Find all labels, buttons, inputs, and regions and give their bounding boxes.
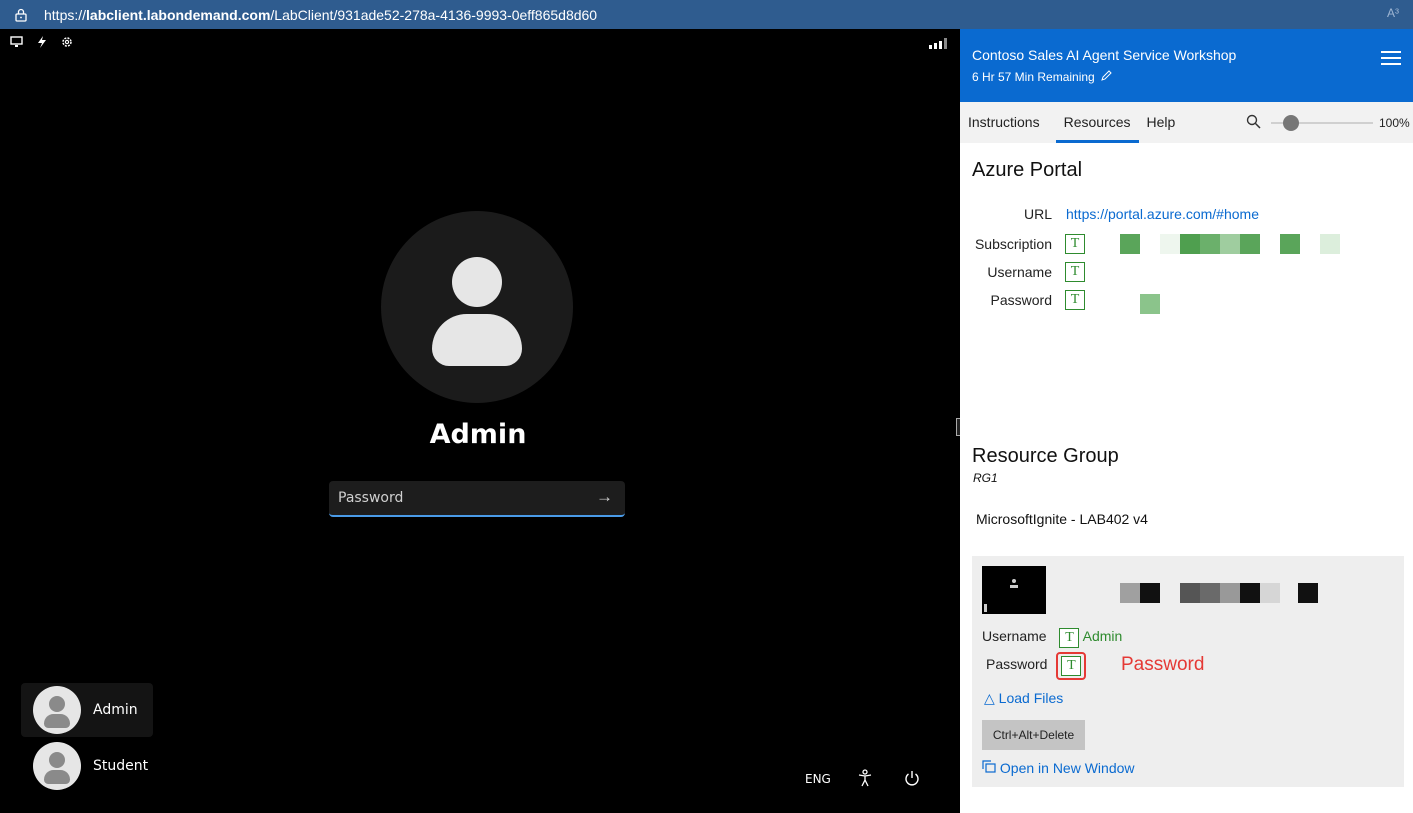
submit-arrow-icon[interactable]: →	[596, 487, 613, 507]
password-label: Password	[990, 292, 1052, 308]
zoom-percent: 100%	[1379, 116, 1410, 130]
user-tile-student[interactable]: Student	[21, 739, 153, 793]
type-text-icon[interactable]: T	[1065, 290, 1085, 310]
password-highlight: T	[1056, 652, 1087, 680]
type-text-icon[interactable]: T	[1061, 656, 1082, 676]
gear-icon[interactable]	[61, 36, 73, 51]
url-host: labclient.labondemand.com	[86, 6, 271, 23]
lab-title: Contoso Sales AI Agent Service Workshop	[972, 47, 1237, 63]
zoom-control: 100%	[1246, 114, 1410, 132]
lightning-icon[interactable]	[37, 36, 47, 51]
time-remaining: 6 Hr 57 Min Remaining	[972, 70, 1112, 84]
vm-thumbnail[interactable]	[982, 566, 1046, 614]
time-remaining-text: 6 Hr 57 Min Remaining	[972, 70, 1095, 84]
tab-help[interactable]: Help	[1139, 102, 1184, 143]
password-input[interactable]	[338, 490, 578, 506]
password-annotation: Password	[1121, 654, 1205, 675]
open-new-window-link[interactable]: Open in New Window	[982, 760, 1135, 776]
azure-url-link[interactable]: https://portal.azure.com/#home	[1066, 206, 1259, 222]
url-path: /LabClient/931ade52-278a-4136-9993-0eff8…	[270, 6, 598, 23]
type-text-icon[interactable]: T	[1065, 262, 1085, 282]
azure-portal-heading: Azure Portal	[972, 159, 1083, 181]
language-indicator[interactable]: ENG	[805, 772, 831, 786]
vm-username-row: Username T Admin	[982, 628, 1122, 648]
vm-password-row: Password T	[986, 652, 1087, 680]
lab-panel: Contoso Sales AI Agent Service Workshop …	[960, 29, 1413, 813]
avatar	[33, 686, 81, 734]
pencil-icon[interactable]	[1100, 70, 1112, 84]
load-files-label: Load Files	[998, 690, 1064, 706]
type-text-icon[interactable]: T	[1059, 628, 1080, 648]
ctrl-alt-delete-button[interactable]: Ctrl+Alt+Delete	[982, 720, 1085, 750]
power-icon[interactable]	[904, 770, 920, 790]
password-row: Password T	[960, 290, 1413, 314]
accessibility-icon[interactable]	[857, 769, 873, 790]
url-row: URL https://portal.azure.com/#home	[960, 206, 1413, 226]
redacted-value	[1140, 294, 1160, 314]
browser-address-bar: https://labclient.labondemand.com/LabCli…	[0, 0, 1413, 29]
tab-resources[interactable]: Resources	[1055, 102, 1139, 143]
lab-name: MicrosoftIgnite - LAB402 v4	[976, 511, 1148, 527]
search-icon[interactable]	[1246, 114, 1261, 132]
remote-desktop[interactable]: Admin → Admin Student ENG	[0, 29, 956, 813]
triangle-icon: △	[984, 690, 995, 706]
resource-group-heading: Resource Group	[972, 445, 1119, 467]
open-new-window-label: Open in New Window	[999, 760, 1135, 776]
username-label: Username	[987, 264, 1052, 280]
zoom-slider[interactable]	[1271, 115, 1373, 131]
hamburger-menu-icon[interactable]	[1381, 51, 1401, 69]
username-row: Username T	[960, 262, 1413, 282]
redacted-vm-name	[1120, 583, 1320, 603]
zoom-slider-thumb[interactable]	[1283, 115, 1300, 131]
new-window-icon	[982, 760, 996, 776]
lock-icon	[14, 8, 28, 22]
signal-strength-icon	[929, 38, 947, 49]
user-tile-admin[interactable]: Admin	[21, 683, 153, 737]
vm-username-value[interactable]: Admin	[1083, 628, 1123, 644]
url-scheme: https://	[44, 6, 87, 23]
reader-mode-icon[interactable]: A³	[1387, 6, 1399, 20]
vm-username-label: Username	[982, 628, 1047, 644]
password-field-container: →	[329, 481, 625, 517]
monitor-icon[interactable]	[10, 36, 23, 51]
redacted-value	[1090, 234, 1340, 254]
user-tile-label: Admin	[93, 702, 138, 718]
user-avatar	[381, 211, 573, 403]
user-tile-label: Student	[93, 758, 149, 774]
vm-password-label: Password	[986, 656, 1048, 672]
load-files-link[interactable]: △ Load Files	[984, 690, 1063, 707]
panel-tabs: Instructions Resources Help 100%	[960, 102, 1413, 143]
resource-group-name: RG1	[973, 471, 998, 485]
subscription-label: Subscription	[974, 236, 1052, 252]
tab-instructions[interactable]: Instructions	[960, 102, 1048, 143]
avatar	[33, 742, 81, 790]
subscription-row: Subscription T	[960, 234, 1413, 254]
panel-header: Contoso Sales AI Agent Service Workshop …	[960, 29, 1413, 102]
login-user-name: Admin	[429, 419, 527, 450]
vm-card: Username T Admin Password T Password △ L…	[972, 556, 1404, 787]
vm-toolbar	[10, 36, 73, 51]
url-label: URL	[1023, 206, 1052, 222]
url-text[interactable]: https://labclient.labondemand.com/LabCli…	[44, 7, 597, 23]
type-text-icon[interactable]: T	[1065, 234, 1085, 254]
